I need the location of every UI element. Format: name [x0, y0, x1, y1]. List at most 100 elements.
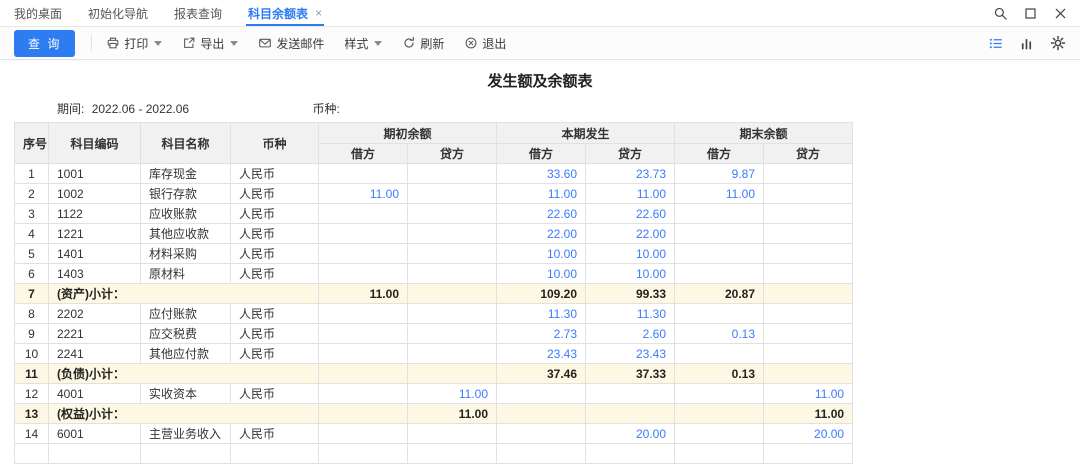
- subtotal-row[interactable]: 11 (负债)小计： 37.46 37.33 0.13: [14, 363, 854, 384]
- cell-cur: 人民币: [230, 163, 319, 184]
- cell-cur: 人民币: [230, 323, 319, 344]
- cell-num[interactable]: 23.43: [496, 343, 587, 364]
- exit-label: 退出: [482, 36, 507, 51]
- cell-num[interactable]: 23.43: [585, 343, 676, 364]
- cell-num: [674, 443, 765, 464]
- cell-num[interactable]: 23.73: [585, 163, 676, 184]
- period-label: 期间:: [57, 102, 85, 116]
- cell-num[interactable]: 0.13: [674, 323, 765, 344]
- cell-num[interactable]: 20.00: [763, 423, 854, 444]
- table-row[interactable]: 1 1001 库存现金 人民币 33.60 23.73 9.87: [14, 163, 854, 184]
- subtotal-row[interactable]: 13 (权益)小计： 11.00 11.00: [14, 403, 854, 424]
- close-icon[interactable]: [1053, 6, 1068, 21]
- table-row[interactable]: 5 1401 材料采购 人民币 10.00 10.00: [14, 243, 854, 264]
- col-header-code: 科目编码: [48, 122, 141, 164]
- cell-num: [318, 443, 408, 464]
- cell-num[interactable]: 20.00: [585, 423, 676, 444]
- cell-cur: 人民币: [230, 303, 319, 324]
- cell-num[interactable]: 10.00: [496, 263, 587, 284]
- cell-num: 11.00: [318, 283, 408, 304]
- cell-num: [318, 383, 408, 404]
- maximize-icon[interactable]: [1023, 6, 1038, 21]
- tab-label: 我的桌面: [14, 6, 63, 21]
- table-row[interactable]: 8 2202 应付账款 人民币 11.30 11.30: [14, 303, 854, 324]
- cell-num[interactable]: 10.00: [585, 263, 676, 284]
- cell-num[interactable]: 22.60: [585, 203, 676, 224]
- cell-num[interactable]: 11.00: [674, 183, 765, 204]
- cell-num: 37.46: [496, 363, 587, 384]
- search-icon[interactable]: [993, 6, 1008, 21]
- cell-num[interactable]: 2.73: [496, 323, 587, 344]
- circle-x-icon: [465, 37, 477, 49]
- cell-num: [318, 323, 408, 344]
- cell-num[interactable]: 2.60: [585, 323, 676, 344]
- cell-label: (资产)小计：: [48, 283, 319, 304]
- cell-num: [674, 243, 765, 264]
- cell-num[interactable]: 22.00: [496, 223, 587, 244]
- cell-name: 应付账款: [140, 303, 231, 324]
- report-table: 序号 科目编码 科目名称 币种 期初余额 本期发生 期末余额 借方 贷方 借方 …: [14, 122, 854, 464]
- cell-num[interactable]: 11.30: [585, 303, 676, 324]
- cell-num: [406, 243, 498, 264]
- report-filters: 期间: 2022.06 - 2022.06 币种:: [57, 100, 1080, 116]
- table-row[interactable]: 10 2241 其他应付款 人民币 23.43 23.43: [14, 343, 854, 364]
- tab-label: 报表查询: [174, 6, 223, 21]
- cell-seq: 6: [14, 263, 49, 284]
- style-button[interactable]: 样式: [344, 35, 383, 52]
- bar-chart-icon[interactable]: [1019, 36, 1034, 51]
- cell-num[interactable]: 9.87: [674, 163, 765, 184]
- tab-account-balance-sheet[interactable]: 科目余额表 ×: [246, 0, 325, 26]
- table-row[interactable]: [14, 443, 854, 464]
- cell-num[interactable]: 10.00: [585, 243, 676, 264]
- cell-name: 实收资本: [140, 383, 231, 404]
- cell-num: [585, 443, 676, 464]
- cell-num[interactable]: 11.30: [496, 303, 587, 324]
- cell-name: 应交税费: [140, 323, 231, 344]
- cell-num[interactable]: 11.00: [763, 383, 854, 404]
- table-row[interactable]: 3 1122 应收账款 人民币 22.60 22.60: [14, 203, 854, 224]
- table-row[interactable]: 6 1403 原材料 人民币 10.00 10.00: [14, 263, 854, 284]
- send-email-button[interactable]: 发送邮件: [258, 35, 324, 52]
- export-label: 导出: [200, 36, 225, 51]
- print-button[interactable]: 打印: [106, 35, 163, 52]
- cell-num: [318, 303, 408, 324]
- table-row[interactable]: 4 1221 其他应收款 人民币 22.00 22.00: [14, 223, 854, 244]
- cell-num[interactable]: 22.00: [585, 223, 676, 244]
- cell-num: [318, 263, 408, 284]
- cell-num[interactable]: 11.00: [318, 183, 408, 204]
- exit-button[interactable]: 退出: [464, 35, 506, 52]
- tab-init-navigation[interactable]: 初始化导航: [88, 0, 148, 26]
- cell-num[interactable]: 11.00: [496, 183, 587, 204]
- query-button[interactable]: 查 询: [14, 29, 76, 57]
- cell-num: [674, 303, 765, 324]
- tab-close-icon[interactable]: ×: [315, 6, 322, 20]
- cell-num[interactable]: 10.00: [496, 243, 587, 264]
- refresh-button[interactable]: 刷新: [402, 35, 444, 52]
- cell-num: [318, 363, 408, 384]
- table-row[interactable]: 9 2221 应交税费 人民币 2.73 2.60 0.13: [14, 323, 854, 344]
- cell-num: [318, 243, 408, 264]
- export-button[interactable]: 导出: [182, 35, 239, 52]
- table-row[interactable]: 14 6001 主营业务收入 人民币 20.00 20.00: [14, 423, 854, 444]
- cell-num: [318, 423, 408, 444]
- tab-my-desktop[interactable]: 我的桌面: [14, 0, 62, 26]
- cell-num[interactable]: 33.60: [496, 163, 587, 184]
- gear-icon[interactable]: [1050, 35, 1066, 51]
- window-controls: [993, 0, 1068, 26]
- cell-name: 其他应付款: [140, 343, 231, 364]
- subtotal-row[interactable]: 7 (资产)小计： 11.00 109.20 99.33 20.87: [14, 283, 854, 304]
- cell-num[interactable]: 11.00: [406, 383, 498, 404]
- cell-cur: 人民币: [230, 203, 319, 224]
- tab-report-query[interactable]: 报表查询: [174, 0, 222, 26]
- table-row[interactable]: 12 4001 实收资本 人民币 11.00 11.00: [14, 383, 854, 404]
- cell-num[interactable]: 22.60: [496, 203, 587, 224]
- cell-num: [763, 183, 854, 204]
- envelope-icon: [259, 38, 272, 48]
- table-row[interactable]: 2 1002 银行存款 人民币 11.00 11.00 11.00 11.00: [14, 183, 854, 204]
- cell-name: 原材料: [140, 263, 231, 284]
- cell-seq: 7: [14, 283, 49, 304]
- list-view-icon[interactable]: [988, 36, 1003, 51]
- cell-num[interactable]: 11.00: [585, 183, 676, 204]
- col-header-debit: 借方: [674, 143, 765, 164]
- cell-num: 37.33: [585, 363, 676, 384]
